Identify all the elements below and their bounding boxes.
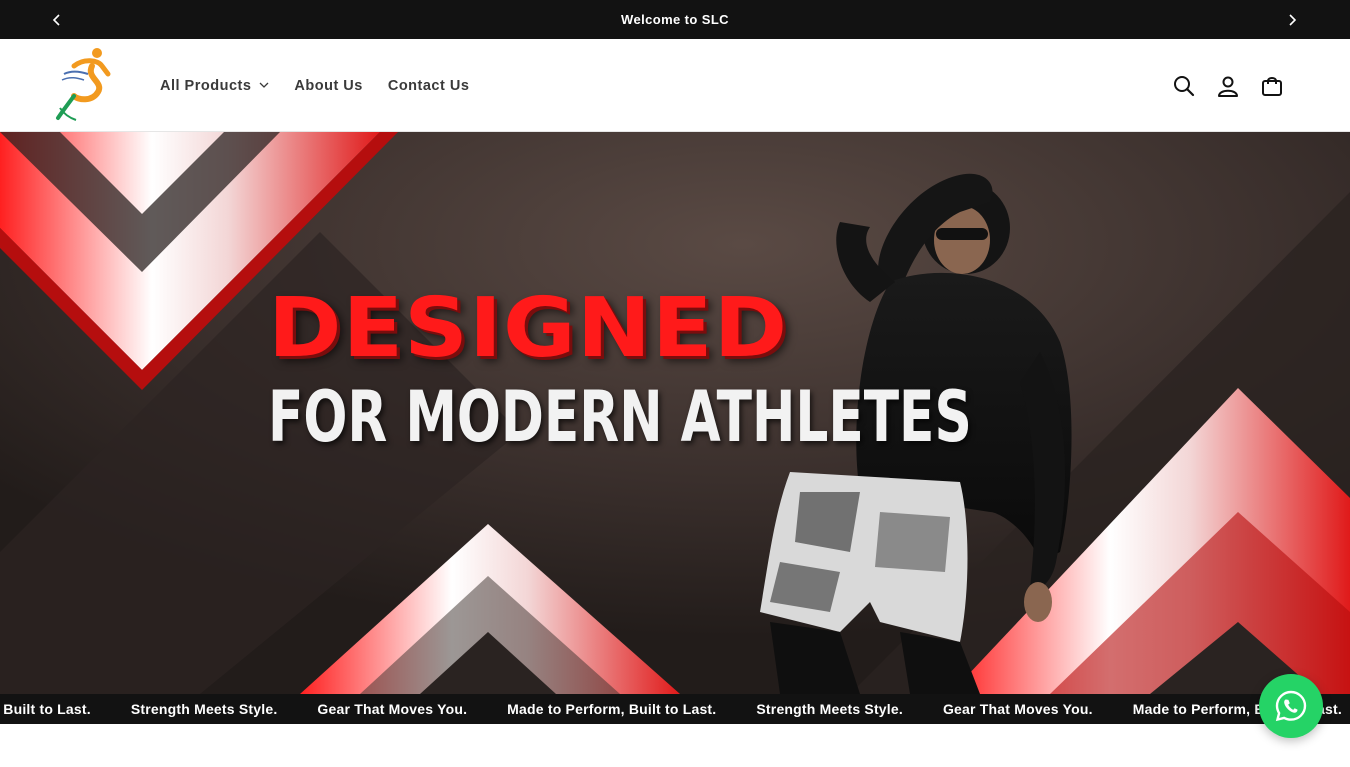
announcement-prev-button[interactable] [37, 0, 77, 39]
account-button[interactable] [1206, 64, 1250, 108]
runner-logo-icon [56, 48, 111, 121]
hero-headline-line1: DESIGNED [268, 281, 789, 376]
marquee-item: Made to Perform, Built to Last. [507, 701, 717, 717]
announcement-message: Welcome to SLC [621, 12, 729, 27]
chevron-right-icon [1289, 13, 1297, 26]
header-icons [1162, 39, 1294, 132]
main-nav: All Products About Us Contact Us [160, 39, 494, 132]
nav-all-products[interactable]: All Products [160, 78, 269, 94]
cart-button[interactable] [1250, 64, 1294, 108]
nav-contact-us-label: Contact Us [387, 77, 470, 94]
site-header: All Products About Us Contact Us [0, 39, 1350, 132]
marquee-track: Perform, Built to Last. Strength Meets S… [0, 694, 1350, 724]
marquee-item: Strength Meets Style. [130, 701, 278, 717]
search-button[interactable] [1162, 64, 1206, 108]
nav-about-us[interactable]: About Us [294, 78, 362, 94]
nav-about-us-label: About Us [294, 77, 363, 94]
nav-all-products-label: All Products [160, 77, 252, 94]
marquee-item: Perform, Built to Last. [0, 701, 91, 717]
marquee-item: Strength Meets Style. [756, 701, 903, 717]
announcement-bar: Welcome to SLC [0, 0, 1350, 39]
chevron-left-icon [52, 13, 60, 26]
marquee-item: Gear That Moves You. [317, 701, 468, 717]
search-icon [1174, 75, 1195, 96]
hero-banner[interactable]: DESIGNED FOR MODERN ATHLETES [0, 132, 1350, 694]
whatsapp-chat-button[interactable] [1259, 674, 1323, 738]
hero-headline: DESIGNED FOR MODERN ATHLETES [268, 288, 972, 458]
hero-headline-line2: FOR MODERN ATHLETES [268, 376, 972, 458]
cart-icon [1262, 76, 1282, 96]
marquee-item: Gear That Moves You. [942, 701, 1093, 717]
chevron-down-icon [259, 82, 269, 89]
account-icon [1218, 76, 1238, 97]
whatsapp-icon [1275, 690, 1307, 722]
nav-contact-us[interactable]: Contact Us [388, 78, 470, 94]
site-logo[interactable] [52, 44, 120, 122]
scrolling-text-bar: Perform, Built to Last. Strength Meets S… [0, 694, 1350, 724]
announcement-next-button[interactable] [1272, 0, 1312, 39]
